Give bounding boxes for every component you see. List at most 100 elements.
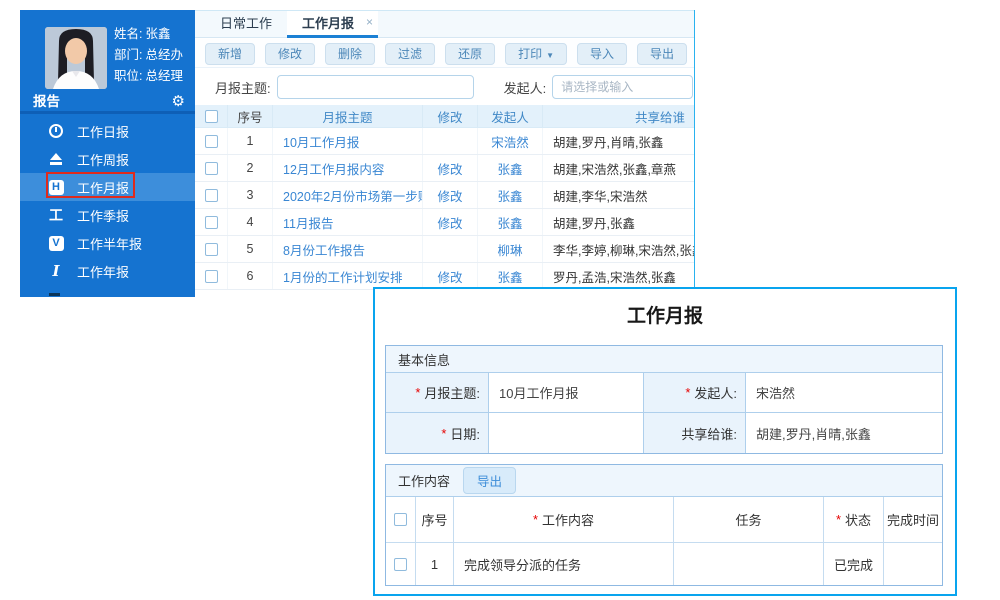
work-header-task: 任务 xyxy=(674,497,824,543)
monthly-report-icon: H xyxy=(48,179,64,195)
sidebar-item-quarterly-report[interactable]: 工 工作季报 xyxy=(20,201,195,229)
work-export-button[interactable]: 导出 xyxy=(463,467,516,494)
initiator-link[interactable]: 张鑫 xyxy=(497,186,522,205)
row-seq: 1 xyxy=(228,128,273,154)
sidebar-item-yearly-report[interactable]: I 工作年报 xyxy=(20,257,195,285)
import-button[interactable]: 导入 xyxy=(577,43,627,65)
work-header-content: *工作内容 xyxy=(454,497,674,543)
export-button[interactable]: 导出 xyxy=(637,43,687,65)
work-content-table: 序号 *工作内容 任务 *状态 完成时间 1 完成领导分派的任务 已完成 xyxy=(386,497,942,585)
work-content-section: 工作内容 导出 序号 *工作内容 任务 *状态 完成时间 1 完成领导分派的任务… xyxy=(385,464,943,586)
initiator-link[interactable]: 柳琳 xyxy=(497,240,522,259)
subject-link[interactable]: 8月份工作报告 xyxy=(283,240,365,259)
row-checkbox[interactable] xyxy=(205,270,218,283)
header-seq: 序号 xyxy=(228,105,273,127)
subject-link[interactable]: 10月工作月报 xyxy=(283,132,359,151)
sidebar-item-label: 工作日报 xyxy=(77,122,129,141)
row-checkbox[interactable] xyxy=(205,135,218,148)
work-row-status: 已完成 xyxy=(824,543,884,585)
header-edit: 修改 xyxy=(423,105,478,127)
work-content-title: 工作内容 xyxy=(398,471,450,490)
dept-value: 总经办 xyxy=(145,48,183,62)
edit-button[interactable]: 修改 xyxy=(265,43,315,65)
report-detail-modal: 工作月报 基本信息 *月报主题: 10月工作月报 *发起人: 宋浩然 *日期: … xyxy=(373,287,957,596)
header-initiator: 发起人 xyxy=(478,105,543,127)
work-row-checkbox[interactable] xyxy=(394,558,407,571)
table-header-row: 序号 月报主题 修改 发起人 共享给谁 xyxy=(195,105,695,128)
table-row: 6 1月份的工作计划安排 修改 张鑫 罗丹,孟浩,宋浩然,张鑫 xyxy=(195,263,695,290)
initiator-link[interactable]: 张鑫 xyxy=(497,159,522,178)
sidebar-item-halfyear-report[interactable]: V 工作半年报 xyxy=(20,229,195,257)
subject-link[interactable]: 12月工作月报内容 xyxy=(283,159,384,178)
user-name-line: 姓名:张鑫 xyxy=(114,24,186,45)
subject-link[interactable]: 2020年2月份市场第一步财务... xyxy=(283,186,423,205)
edit-link[interactable]: 修改 xyxy=(437,213,462,232)
user-dept-line: 部门:总经办 xyxy=(114,45,186,66)
work-row-checkbox-cell xyxy=(386,543,416,585)
header-checkbox-cell xyxy=(195,105,228,127)
header-subject: 月报主题 xyxy=(273,105,423,127)
name-value: 张鑫 xyxy=(145,27,170,41)
edit-link[interactable]: 修改 xyxy=(437,267,462,286)
subject-filter-label: 月报主题: xyxy=(215,78,271,97)
sidebar-item-monthly-report[interactable]: H 工作月报 xyxy=(20,173,195,201)
row-checkbox[interactable] xyxy=(205,162,218,175)
tab-daily-work[interactable]: 日常工作 xyxy=(205,11,287,38)
close-icon[interactable]: × xyxy=(366,10,373,35)
required-mark: * xyxy=(441,426,446,441)
work-row-seq: 1 xyxy=(416,543,454,585)
initiator-link[interactable]: 张鑫 xyxy=(497,267,522,286)
row-checkbox[interactable] xyxy=(205,243,218,256)
select-all-checkbox[interactable] xyxy=(205,110,218,123)
table-row: 5 8月份工作报告 柳琳 李华,李婷,柳琳,宋浩然,张鑫 xyxy=(195,236,695,263)
dept-label: 部门: xyxy=(114,48,142,62)
table-row: 3 2020年2月份市场第一步财务... 修改 张鑫 胡建,李华,宋浩然 xyxy=(195,182,695,209)
delete-button[interactable]: 删除 xyxy=(325,43,375,65)
table-row: 4 11月报告 修改 张鑫 胡建,罗丹,张鑫 xyxy=(195,209,695,236)
edit-link[interactable]: 修改 xyxy=(437,186,462,205)
basic-info-header: 基本信息 xyxy=(386,346,942,373)
field-value-subject: 10月工作月报 xyxy=(489,373,644,413)
edit-link[interactable]: 修改 xyxy=(437,159,462,178)
work-row-task xyxy=(674,543,824,585)
row-seq: 6 xyxy=(228,263,273,289)
work-select-all-checkbox[interactable] xyxy=(394,513,407,526)
partial-next-item-icon xyxy=(49,293,60,296)
subject-input[interactable] xyxy=(277,75,474,99)
sidebar-item-label: 工作年报 xyxy=(77,262,129,281)
share-list: 胡建,李华,宋浩然 xyxy=(543,182,695,208)
add-button[interactable]: 新增 xyxy=(205,43,255,65)
title-value: 总经理 xyxy=(145,69,183,83)
initiator-link[interactable]: 宋浩然 xyxy=(491,132,529,151)
avatar xyxy=(45,27,107,89)
field-label-share: 共享给谁: xyxy=(644,413,746,453)
row-checkbox[interactable] xyxy=(205,189,218,202)
sidebar-item-weekly-report[interactable]: 工作周报 xyxy=(20,145,195,173)
report-list-table: 序号 月报主题 修改 发起人 共享给谁 1 10月工作月报 宋浩然 胡建,罗丹,… xyxy=(195,105,695,290)
tab-monthly-report[interactable]: 工作月报 × xyxy=(287,11,378,38)
settings-gear-icon[interactable]: ⚙ xyxy=(172,90,185,114)
initiator-link[interactable]: 张鑫 xyxy=(497,213,522,232)
field-label-initiator: *发起人: xyxy=(644,373,746,413)
filter-button[interactable]: 过滤 xyxy=(385,43,435,65)
sidebar-section-title: 报告 xyxy=(33,94,60,109)
sidebar: 姓名:张鑫 部门:总经办 职位:总经理 报告 ⚙ 工作日报 工作周报 H xyxy=(20,10,195,297)
filter-bar: 月报主题: 发起人: xyxy=(195,69,695,105)
halfyear-report-icon: V xyxy=(48,235,64,251)
content-area: 日常工作 工作月报 × 新增 修改 删除 过滤 还原 打印▼ 导入 导出 查看日… xyxy=(195,10,695,297)
table-row: 2 12月工作月报内容 修改 张鑫 胡建,宋浩然,张鑫,章燕 xyxy=(195,155,695,182)
row-seq: 5 xyxy=(228,236,273,262)
weekly-report-icon xyxy=(48,151,64,167)
restore-button[interactable]: 还原 xyxy=(445,43,495,65)
sidebar-item-daily-report[interactable]: 工作日报 xyxy=(20,117,195,145)
field-value-initiator: 宋浩然 xyxy=(746,373,942,413)
row-checkbox[interactable] xyxy=(205,216,218,229)
required-mark: * xyxy=(836,512,841,527)
print-button[interactable]: 打印▼ xyxy=(505,43,567,65)
subject-link[interactable]: 11月报告 xyxy=(283,213,333,232)
initiator-input[interactable] xyxy=(552,75,693,99)
sidebar-item-label: 工作半年报 xyxy=(77,234,142,253)
toolbar: 新增 修改 删除 过滤 还原 打印▼ 导入 导出 查看日志 xyxy=(195,39,695,68)
row-seq: 2 xyxy=(228,155,273,181)
subject-link[interactable]: 1月份的工作计划安排 xyxy=(283,267,402,286)
